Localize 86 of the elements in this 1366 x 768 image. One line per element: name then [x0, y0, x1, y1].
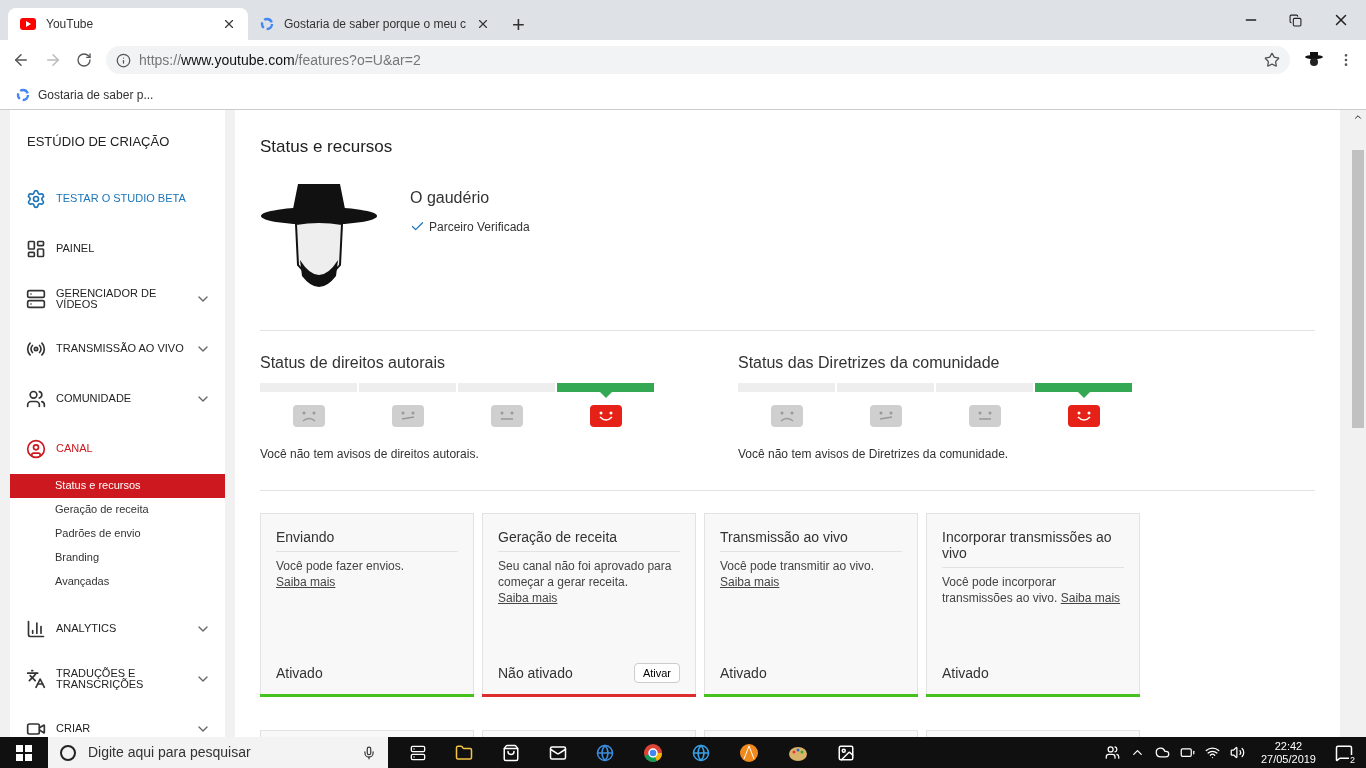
sidebar-item[interactable]: CANAL — [10, 423, 225, 474]
photos-icon[interactable] — [837, 743, 855, 762]
browser-tab[interactable]: YouTube — [8, 8, 248, 40]
pointer-icon — [1077, 391, 1090, 398]
sidebar-item[interactable]: COMUNIDADE — [10, 373, 225, 424]
sidebar-item-icon — [26, 288, 46, 309]
bookmark-star-icon[interactable] — [1264, 52, 1280, 68]
card-status: Ativado — [276, 663, 323, 683]
restore-icon[interactable] — [1289, 13, 1302, 27]
card-status: Não ativado — [498, 663, 573, 683]
sidebar-item[interactable]: CRIAR — [10, 703, 225, 737]
reload-icon[interactable] — [76, 52, 92, 68]
card-description: Você pode transmitir ao vivo. Saiba mais — [720, 557, 876, 590]
sidebar-item-icon — [26, 618, 46, 639]
notification-button[interactable]: 2 — [1332, 740, 1356, 765]
mail-icon[interactable] — [549, 743, 567, 762]
scroll-thumb[interactable] — [1352, 150, 1364, 428]
browser-tab[interactable]: Gostaria de saber porque o meu c — [248, 8, 503, 40]
sidebar-subitem[interactable]: Branding — [10, 545, 225, 570]
card-status: Ativado — [942, 663, 989, 683]
microphone-icon — [362, 745, 376, 760]
cloud-icon[interactable] — [1154, 745, 1170, 760]
close-icon[interactable] — [222, 17, 236, 31]
sidebar-item-icon — [26, 188, 46, 209]
wifi-icon[interactable] — [1204, 745, 1220, 760]
card-title: Incorporar transmissões ao vivo — [942, 528, 1124, 568]
info-icon — [116, 52, 131, 68]
sidebar-title: ESTÚDIO DE CRIAÇÃO — [26, 133, 171, 151]
card-title: Transmissão ao vivo — [720, 528, 902, 552]
bookmark-item[interactable]: Gostaria de saber p... — [16, 85, 154, 104]
sidebar-item[interactable]: GERENCIADOR DE VÍDEOS — [10, 273, 225, 324]
pointer-icon — [599, 391, 612, 398]
section-title: Status das Diretrizes da comunidade — [738, 352, 1001, 373]
people-icon[interactable] — [1104, 745, 1120, 760]
app-logo-icon[interactable] — [739, 742, 759, 763]
status-message: Você não tem avisos de direitos autorais. — [260, 445, 480, 463]
card-description: Você pode incorporar transmissões ao vivo. Saiba mais — [942, 573, 1122, 606]
sidebar-subitem[interactable]: Status e recursos — [10, 473, 225, 498]
folder-icon[interactable] — [455, 743, 473, 762]
page-title: Status e recursos — [260, 136, 394, 158]
windows-start-icon[interactable] — [16, 744, 32, 761]
youtube-logo-icon — [20, 18, 36, 30]
sidebar-item-icon — [26, 388, 46, 409]
url-text: https://www.youtube.com/features?o=U&ar=2 — [139, 50, 422, 70]
sidebar-item[interactable]: PAINEL — [10, 223, 225, 274]
sidebar-subitem[interactable]: Padrões de envio — [10, 521, 225, 546]
notification-count: 2 — [1349, 754, 1356, 765]
sidebar-item-icon — [26, 438, 46, 459]
card-description: Você pode fazer envios. Saiba mais — [276, 557, 406, 590]
partner-label: Parceiro Verificada — [429, 218, 530, 236]
learn-more-link[interactable]: Saiba mais — [1060, 590, 1121, 605]
address-bar[interactable]: https://www.youtube.com/features?o=U&ar=2 — [106, 46, 1290, 74]
learn-more-link[interactable]: Saiba mais — [498, 590, 558, 605]
notification-icon — [1335, 743, 1353, 762]
channel-name: O gaudério — [410, 187, 491, 208]
sidebar-item[interactable]: TRANSMISSÃO AO VIVO — [10, 323, 225, 374]
new-tab-button[interactable]: + — [502, 8, 535, 40]
clock-time: 22:42 — [1274, 739, 1303, 753]
google-logo-icon — [260, 17, 274, 31]
sidebar-subitem[interactable]: Avançadas — [10, 569, 225, 594]
sidebar-item-icon — [26, 668, 46, 689]
clock-date: 27/05/2019 — [1260, 752, 1316, 766]
card-description: Seu canal não foi aprovado para começar a gerar receita. Saiba mais — [498, 557, 673, 606]
learn-more-link[interactable]: Saiba mais — [276, 574, 336, 589]
status-message: Você não tem avisos de Diretrizes da comunidade. — [738, 445, 1010, 463]
tab-title: YouTube — [46, 16, 95, 33]
card-title: Geração de receita — [498, 528, 680, 552]
scroll-up-icon[interactable] — [1353, 112, 1363, 122]
sidebar-subitem[interactable]: Geração de receita — [10, 497, 225, 522]
volume-icon[interactable] — [1229, 745, 1245, 760]
taskbar-search-field[interactable]: Digite aqui para pesquisar — [48, 737, 388, 768]
battery-icon[interactable] — [1179, 745, 1195, 760]
sidebar-item[interactable]: TESTAR O STUDIO BETA — [10, 173, 225, 224]
activate-button[interactable]: Ativar — [633, 662, 680, 684]
google-logo-icon — [16, 87, 30, 102]
sidebar-item[interactable]: TRADUÇÕES E TRANSCRIÇÕES — [10, 653, 225, 704]
tab-title: Gostaria de saber porque o meu c — [284, 16, 467, 33]
card-title: Enviando — [276, 528, 458, 552]
chrome-browser-icon[interactable] — [643, 742, 663, 763]
section-title: Status de direitos autorais — [260, 352, 446, 373]
back-icon[interactable] — [12, 51, 30, 69]
learn-more-link[interactable]: Saiba mais — [720, 574, 780, 589]
card-status: Ativado — [720, 663, 767, 683]
sidebar-item-icon — [26, 238, 46, 259]
store-bag-icon[interactable] — [502, 743, 520, 762]
sidebar-item[interactable]: ANALYTICS — [10, 603, 225, 654]
